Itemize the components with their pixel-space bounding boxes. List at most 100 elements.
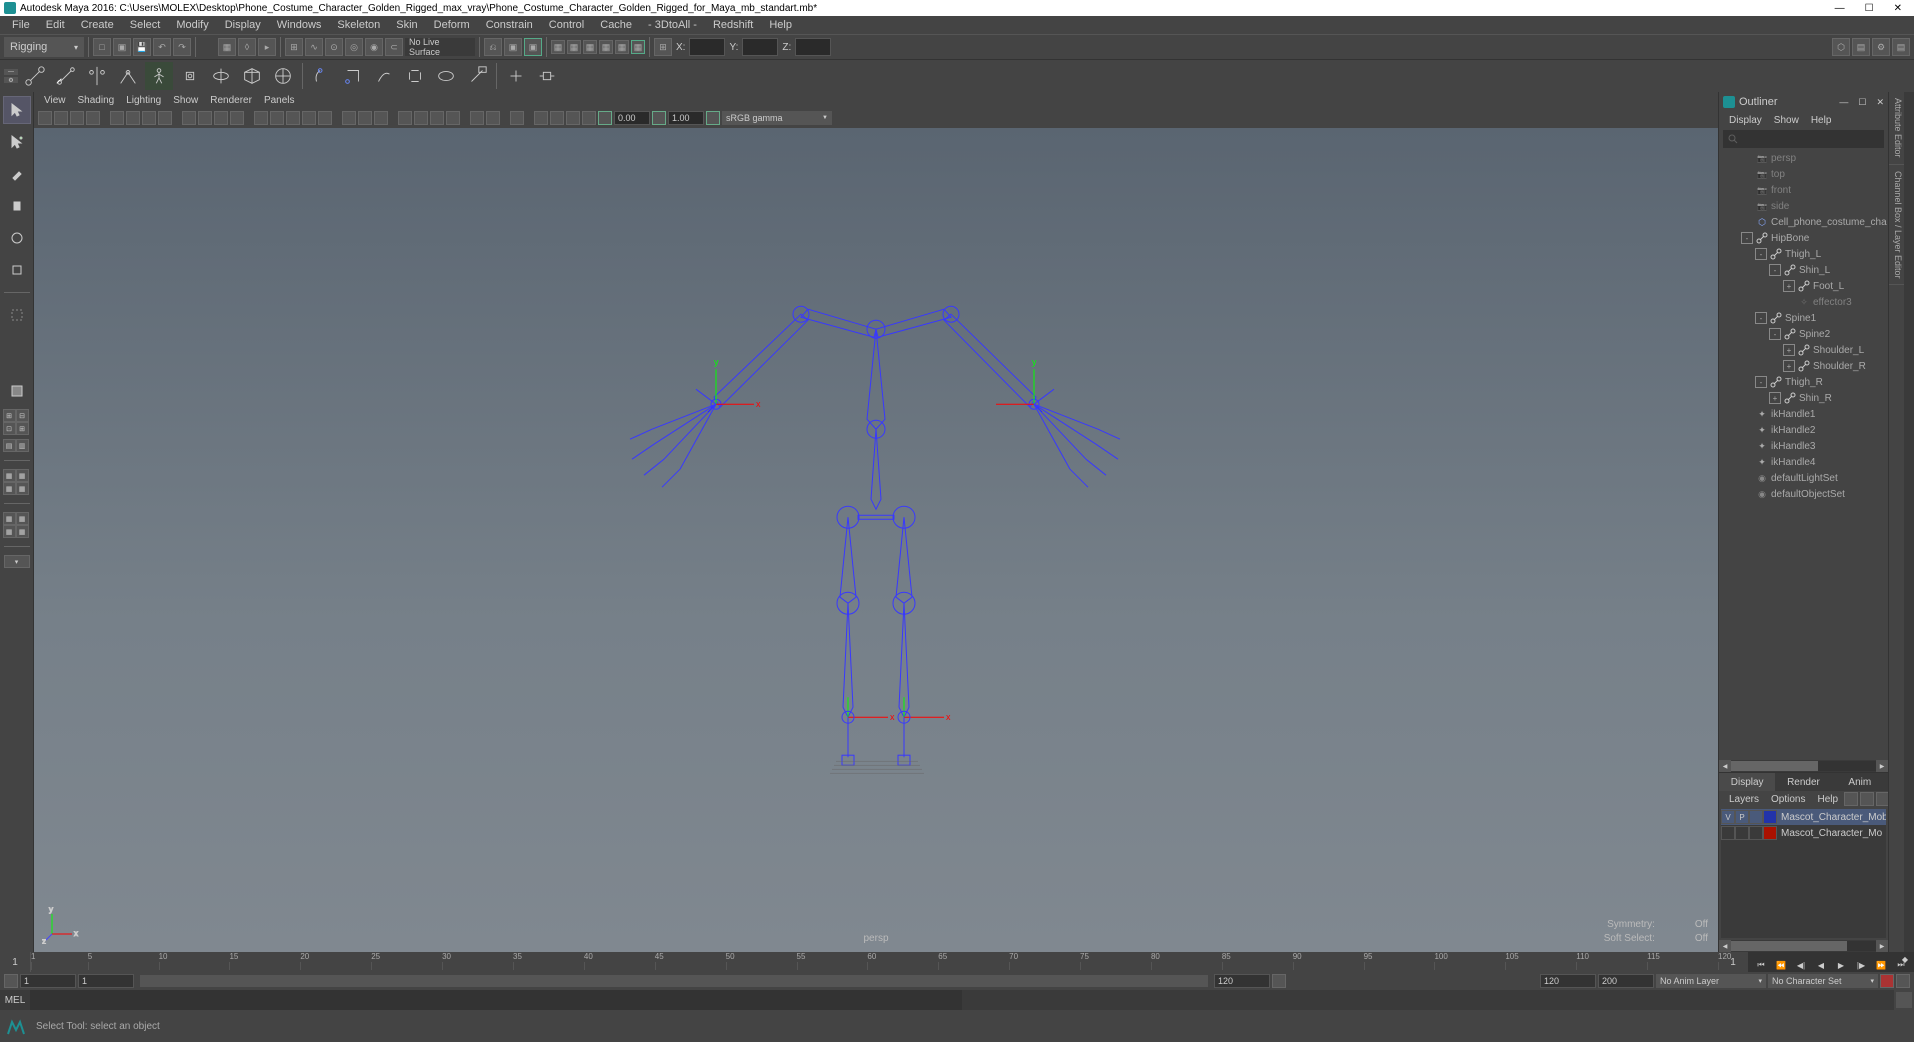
set-key-icon[interactable] [1896,974,1910,988]
expand-toggle[interactable]: + [1769,392,1781,404]
move-layer-down-icon[interactable] [1860,792,1874,806]
layer-row[interactable]: Mascot_Character_Mo [1721,825,1886,841]
grease-icon[interactable] [126,111,140,125]
scroll-left-icon[interactable]: ◀ [1719,940,1731,952]
film-origin-icon[interactable] [534,111,548,125]
persp-outliner-icon[interactable]: ▥ [16,439,29,452]
xray-icon[interactable] [358,111,372,125]
film-gate-icon[interactable] [142,111,156,125]
render-frame-icon[interactable]: ▦ [551,40,565,54]
outliner-item-defaultobjectset[interactable]: defaultObjectSet [1719,486,1888,502]
menu-help[interactable]: Help [761,19,800,31]
field-chart-icon[interactable] [198,111,212,125]
script-editor-icon[interactable] [1896,992,1912,1008]
exposure-icon[interactable] [470,111,484,125]
trax-layout-icon[interactable]: ▦ [16,512,29,525]
shadows-icon[interactable] [318,111,332,125]
snap-grid-icon[interactable]: ⊞ [285,38,303,56]
time-track[interactable]: 1510152025303540455055606570758085909510… [30,952,1718,972]
expand-toggle[interactable]: - [1741,232,1753,244]
ssao-icon[interactable] [398,111,412,125]
vp-menu-view[interactable]: View [38,95,72,106]
textured-icon[interactable] [286,111,300,125]
outliner-item-hipbone[interactable]: -HipBone [1719,230,1888,246]
panel-layout-icon[interactable]: ⊞ [654,38,672,56]
vp-menu-show[interactable]: Show [167,95,204,106]
gate-mask-icon[interactable] [182,111,196,125]
tool-settings-icon[interactable]: ⚙ [1872,38,1890,56]
move-layer-up-icon[interactable] [1844,792,1858,806]
expand-toggle[interactable]: - [1769,264,1781,276]
bookmark-icon[interactable] [70,111,84,125]
render-globals-icon[interactable]: ▦ [615,40,629,54]
film-pivot-icon[interactable] [550,111,564,125]
layers-list[interactable]: VPMascot_Character_Mobile_PMascot_Charac… [1721,809,1886,938]
play-back-icon[interactable]: ◀ [1812,958,1830,972]
safe-action-icon[interactable] [214,111,228,125]
attribute-editor-icon[interactable]: ▤ [1852,38,1870,56]
expand-toggle[interactable]: + [1783,344,1795,356]
channel-box-icon[interactable]: ▤ [1892,38,1910,56]
layer-playback-toggle[interactable]: P [1735,810,1749,824]
menu-redshift[interactable]: Redshift [705,19,761,31]
layer-menu-options[interactable]: Options [1765,794,1811,805]
menu-create[interactable]: Create [73,19,122,31]
anim-end-field[interactable]: 120 [1540,974,1596,988]
ik-handle-icon[interactable] [176,62,204,90]
outliner-layout-icon[interactable]: ▤ [3,439,16,452]
modeling-toolkit-icon[interactable]: ⬡ [1832,38,1850,56]
menu-skin[interactable]: Skin [388,19,425,31]
motion-blur-icon[interactable] [414,111,428,125]
two-view-v-icon[interactable]: ⊡ [3,422,16,435]
scroll-right-icon[interactable]: ▶ [1876,940,1888,952]
menu-display[interactable]: Display [217,19,269,31]
step-fwd-icon[interactable]: ⏩ [1872,958,1890,972]
frame-rate-field[interactable]: 200 [1598,974,1654,988]
scale-tool[interactable] [3,256,31,284]
construction-history-icon[interactable]: ⎌ [484,38,502,56]
expand-toggle[interactable]: - [1755,376,1767,388]
render-region-icon[interactable]: ▦ [567,40,581,54]
right-tab-channel-box-layer-editor[interactable]: Channel Box / Layer Editor [1889,165,1904,286]
gamma-icon[interactable] [486,111,500,125]
scroll-left-icon[interactable]: ◀ [1719,760,1731,772]
hyper-layout-icon[interactable]: ▦ [3,482,16,495]
y-field[interactable] [742,38,778,56]
viewport-snapshot-icon[interactable] [582,111,596,125]
menu-constrain[interactable]: Constrain [478,19,541,31]
layers-hscroll[interactable]: ◀ ▶ [1719,940,1888,952]
three-view-icon[interactable]: ⊞ [16,422,29,435]
expand-toggle[interactable]: - [1755,248,1767,260]
lights-icon[interactable] [302,111,316,125]
component-layout-icon[interactable]: ▦ [16,525,29,538]
snap-plane-icon[interactable]: ◎ [345,38,363,56]
scroll-right-icon[interactable]: ▶ [1876,760,1888,772]
menu-modify[interactable]: Modify [168,19,216,31]
playback-start-field[interactable]: 1 [78,974,134,988]
anim-start-field[interactable]: 1 [20,974,76,988]
ipr-icon[interactable]: ▣ [524,38,542,56]
layer-tab-anim[interactable]: Anim [1832,773,1888,791]
current-frame[interactable]: 1 [0,952,30,972]
resolution-gate-icon[interactable] [158,111,172,125]
magnet-icon[interactable]: ⊂ [385,38,403,56]
far-clip-field[interactable]: 1.00 [668,111,704,125]
far-clip-lock-icon[interactable] [652,111,666,125]
layer-color-swatch[interactable] [1763,810,1777,824]
isolate-icon[interactable] [342,111,356,125]
four-view-icon[interactable]: ⊞ [3,409,16,422]
grid-icon[interactable] [510,111,524,125]
mirror-weights-icon[interactable] [401,62,429,90]
menu-cache[interactable]: Cache [592,19,640,31]
layer-visibility-toggle[interactable]: V [1721,810,1735,824]
paint-weights-icon[interactable] [370,62,398,90]
dope-layout-icon[interactable]: ▦ [16,469,29,482]
outliner-search[interactable] [1723,130,1884,148]
outliner-item-ikhandle4[interactable]: ikHandle4 [1719,454,1888,470]
pole-vector-icon[interactable] [533,62,561,90]
play-icon[interactable]: ▶ [1832,958,1850,972]
outliner-item-thigh_l[interactable]: -Thigh_L [1719,246,1888,262]
menu-windows[interactable]: Windows [269,19,330,31]
graph-layout-icon[interactable]: ▦ [3,469,16,482]
outliner-item-shoulder_l[interactable]: +Shoulder_L [1719,342,1888,358]
